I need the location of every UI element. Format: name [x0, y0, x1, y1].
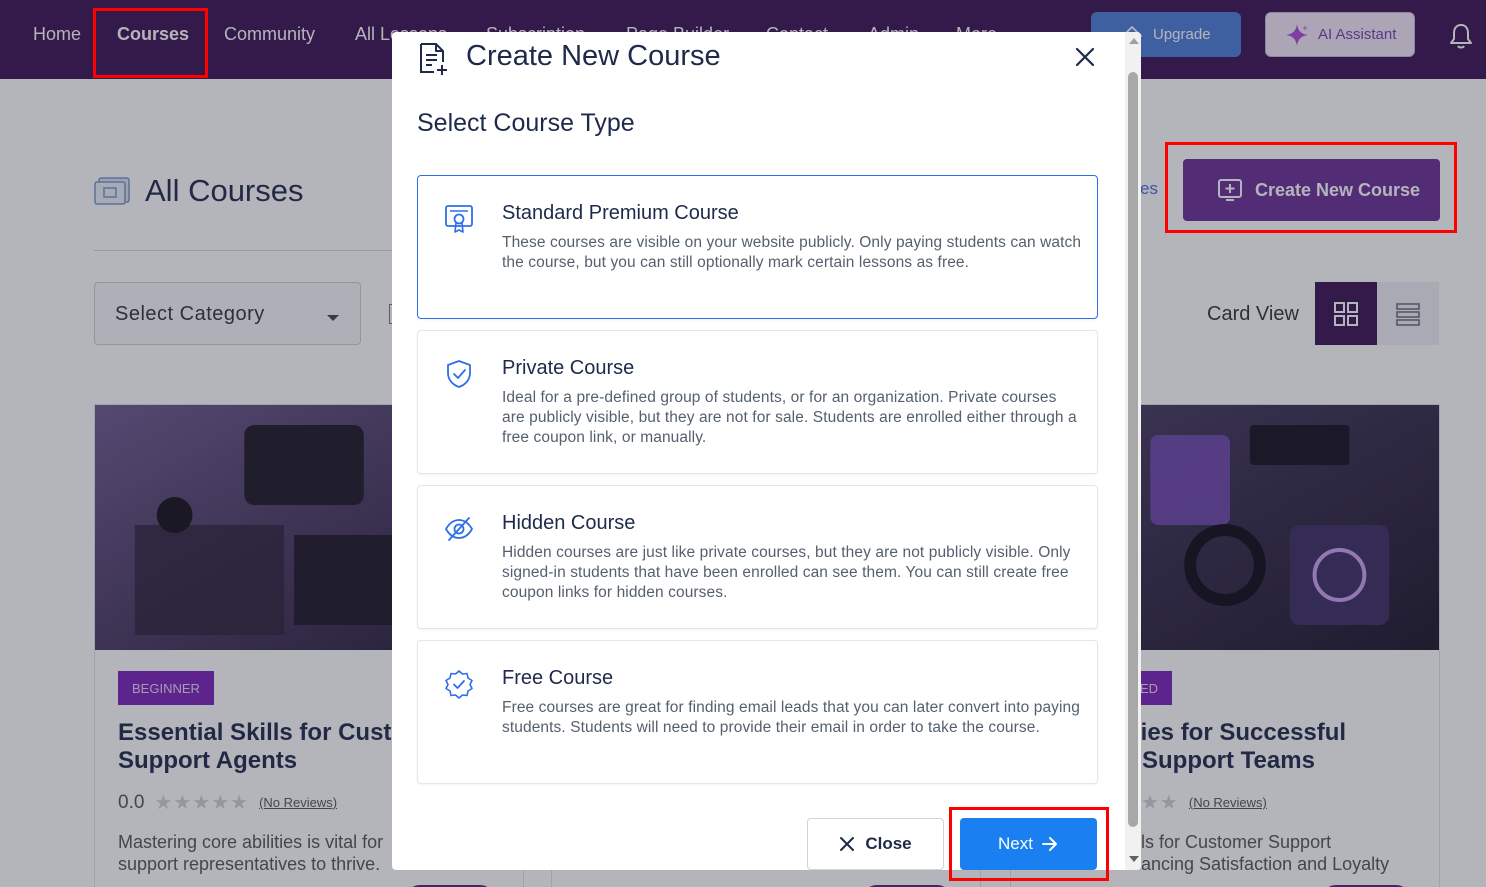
option-free-course[interactable]: Free Course Free courses are great for f… [417, 640, 1098, 784]
shield-check-icon [447, 360, 471, 388]
option-description: Ideal for a pre-defined group of student… [502, 389, 1077, 446]
option-description: These courses are visible on your websit… [502, 234, 1082, 271]
close-icon[interactable] [1074, 46, 1096, 68]
option-title: Free Course [502, 667, 614, 689]
next-button-label: Next [998, 834, 1033, 853]
option-standard-premium-course[interactable]: Standard Premium Course These courses ar… [417, 175, 1098, 319]
close-icon [840, 837, 855, 851]
badge-check-icon [445, 670, 473, 699]
eye-off-icon [444, 517, 474, 541]
scrollbar-thumb[interactable] [1128, 72, 1138, 827]
scroll-down-arrow-icon[interactable] [1129, 856, 1139, 862]
option-description: Hidden courses are just like private cou… [502, 544, 1071, 601]
option-title: Standard Premium Course [502, 202, 739, 224]
create-course-modal: Create New Course Select Course Type Sta… [392, 32, 1141, 870]
modal-title: Create New Course [466, 40, 721, 72]
option-hidden-course[interactable]: Hidden Course Hidden courses are just li… [417, 485, 1098, 629]
certificate-icon [445, 205, 473, 233]
scroll-up-arrow-icon[interactable] [1129, 38, 1139, 44]
modal-scrollbar[interactable] [1125, 32, 1141, 870]
option-private-course[interactable]: Private Course Ideal for a pre-defined g… [417, 330, 1098, 474]
arrow-right-icon [1041, 837, 1057, 851]
close-button-label: Close [865, 834, 912, 853]
option-title: Private Course [502, 357, 635, 379]
close-button[interactable]: Close [807, 818, 944, 870]
option-description: Free courses are great for finding email… [502, 699, 1081, 736]
document-add-icon [420, 43, 447, 75]
next-button[interactable]: Next [960, 818, 1097, 870]
option-title: Hidden Course [502, 512, 636, 534]
section-title: Select Course Type [417, 109, 635, 137]
